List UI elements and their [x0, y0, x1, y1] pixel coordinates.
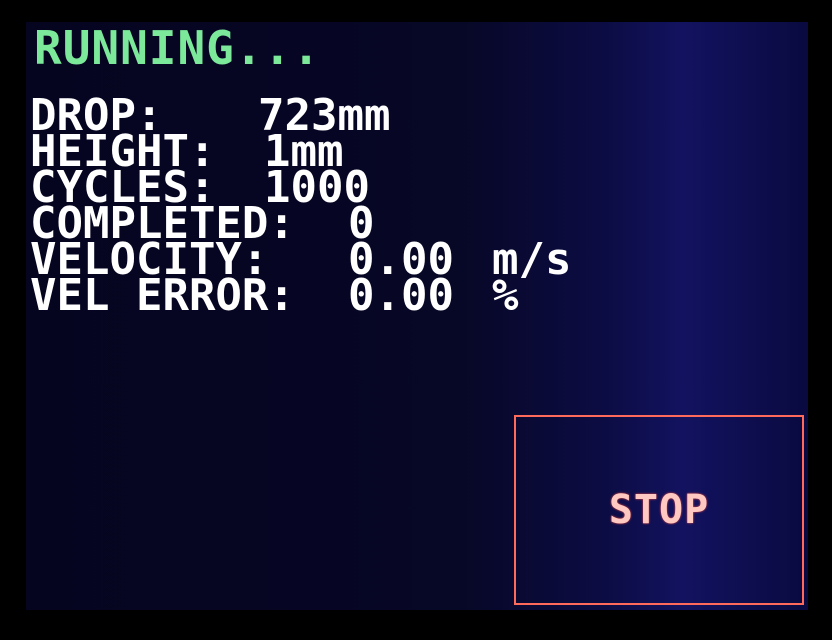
vel-error-unit: % — [492, 270, 519, 321]
vel-error-value: 0.00 — [348, 270, 454, 321]
vel-error-label: VEL ERROR: — [30, 270, 295, 321]
stop-button-label: STOP — [608, 487, 710, 533]
vel-error-row: VEL ERROR: 0.00 % — [30, 274, 519, 318]
lcd-screen: RUNNING... DROP: 723mm HEIGHT: 1mm CYCLE… — [26, 22, 808, 610]
readouts-panel: DROP: 723mm HEIGHT: 1mm CYCLES: 1000 COM… — [30, 94, 571, 318]
stop-button[interactable]: STOP — [514, 415, 804, 605]
status-text: RUNNING... — [34, 22, 321, 75]
